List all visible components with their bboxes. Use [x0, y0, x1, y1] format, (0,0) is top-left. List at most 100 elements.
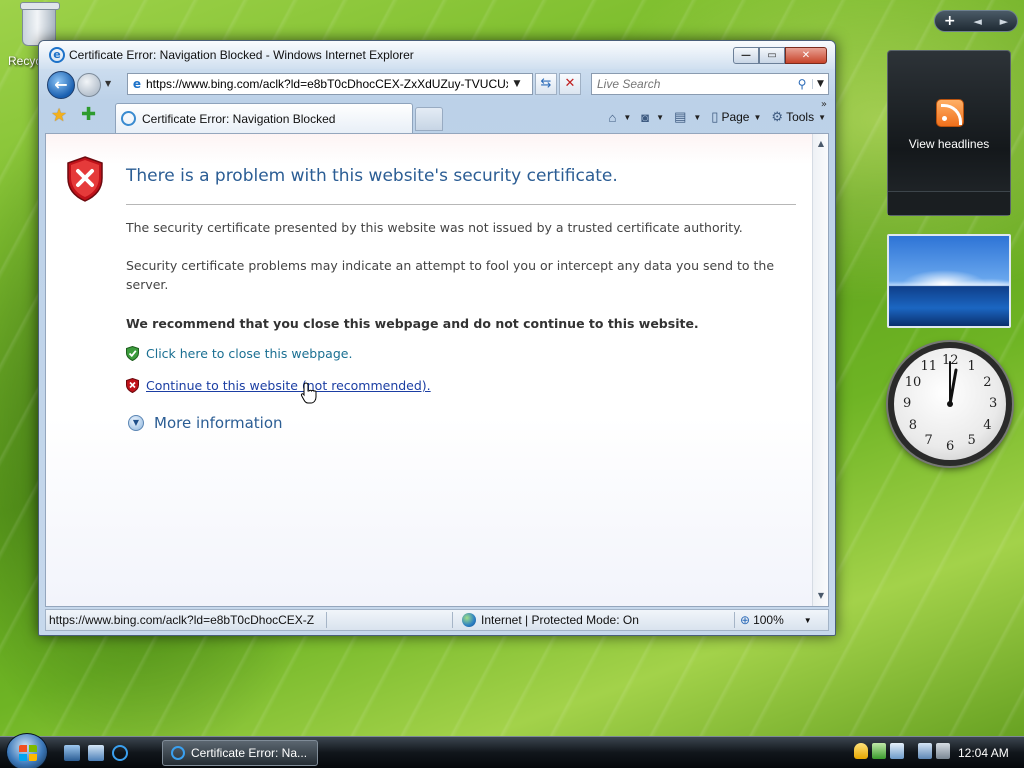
clock-number: 9 [903, 396, 912, 411]
refresh-button[interactable]: ⇆ [535, 73, 557, 95]
status-separator [734, 612, 735, 628]
new-tab-button[interactable] [415, 107, 443, 131]
taskbar-clock[interactable]: 12:04 AM [958, 746, 1009, 760]
add-favorites-icon[interactable]: ✚ [81, 106, 96, 124]
sidebar-controls: + ◄ ► [934, 10, 1018, 32]
close-webpage-row: Click here to close this webpage. [126, 346, 352, 361]
status-url: https://www.bing.com/aclk?ld=e8bT0cDhocC… [49, 613, 315, 627]
more-commands-chevron-icon[interactable]: » [821, 99, 827, 110]
tray-app-icon[interactable] [872, 743, 886, 759]
chevron-down-icon: ▼ [803, 615, 812, 625]
tab-certificate-error[interactable]: Certificate Error: Navigation Blocked [115, 103, 413, 133]
favorites-star-icon[interactable]: ★ [51, 107, 67, 125]
status-separator [326, 612, 327, 628]
search-input[interactable] [592, 77, 792, 91]
address-row: ← ▼ e https://www.bing.com/aclk?ld=e8bT0… [39, 69, 835, 101]
address-url[interactable]: https://www.bing.com/aclk?ld=e8bT0cDhocC… [146, 77, 508, 91]
chevron-down-icon: ▼ [693, 112, 702, 122]
feed-icon: ◙ [641, 109, 650, 125]
previous-gadgets-icon[interactable]: ◄ [973, 15, 981, 28]
internet-explorer-icon[interactable] [112, 745, 128, 761]
back-button[interactable]: ← [47, 71, 75, 99]
close-webpage-link[interactable]: Click here to close this webpage. [146, 346, 352, 361]
switch-windows-icon[interactable] [88, 745, 104, 761]
recent-pages-dropdown-icon[interactable]: ▼ [105, 79, 111, 88]
taskbar-ie-window[interactable]: Certificate Error: Na... [162, 740, 318, 766]
search-box[interactable]: ⚲ ▼ [591, 73, 829, 95]
security-zone-label: Internet | Protected Mode: On [481, 613, 639, 627]
search-options-dropdown-icon[interactable]: ▼ [812, 79, 828, 89]
tab-label: Certificate Error: Navigation Blocked [142, 111, 336, 126]
zoom-icon: ⊕ [740, 613, 751, 627]
ie-window: e Certificate Error: Navigation Blocked … [38, 40, 836, 636]
page-icon: e [132, 77, 142, 91]
view-headlines-label: View headlines [908, 137, 990, 151]
quick-launch [64, 745, 128, 761]
search-icon[interactable]: ⚲ [792, 77, 812, 91]
print-button[interactable]: ▤ ▼ [671, 107, 704, 127]
red-shield-x-icon [126, 378, 139, 393]
clock-number: 6 [946, 439, 955, 454]
security-zone[interactable]: Internet | Protected Mode: On [462, 613, 639, 627]
volume-muted-icon[interactable] [936, 743, 950, 759]
address-dropdown-icon[interactable]: ▼ [508, 79, 526, 89]
rss-icon [936, 99, 964, 127]
close-window-button[interactable]: ✕ [785, 47, 827, 64]
clock-number: 5 [967, 433, 976, 449]
vertical-scrollbar[interactable]: ▲ ▼ [812, 134, 828, 606]
divider [126, 204, 796, 205]
window-title: Certificate Error: Navigation Blocked - … [69, 48, 414, 62]
globe-icon [462, 613, 476, 627]
clock-number: 11 [920, 358, 938, 374]
chevron-down-icon: ▼ [623, 112, 632, 122]
taskbar-window-label: Certificate Error: Na... [191, 746, 308, 760]
clock-gadget[interactable]: 12 1 2 3 4 5 6 7 8 9 10 11 [888, 342, 1012, 466]
maximize-button[interactable]: ▭ [759, 47, 785, 64]
clock-center [947, 401, 953, 407]
more-information-toggle[interactable]: ▼ More information [128, 414, 283, 432]
tab-loading-icon [121, 111, 136, 126]
security-shield-icon[interactable] [854, 743, 868, 759]
recommendation-text: We recommend that you close this webpage… [126, 316, 699, 331]
minimize-button[interactable]: — [733, 47, 759, 64]
network-icon[interactable] [918, 743, 932, 759]
page-content: There is a problem with this website's s… [45, 133, 829, 607]
page-menu-label: Page [721, 110, 750, 124]
tools-menu-label: Tools [786, 110, 815, 124]
chevron-down-icon: ▼ [656, 112, 665, 122]
status-bar: https://www.bing.com/aclk?ld=e8bT0cDhocC… [45, 609, 829, 631]
add-gadget-icon[interactable]: + [944, 13, 956, 29]
title-bar[interactable]: e Certificate Error: Navigation Blocked … [39, 41, 835, 69]
tools-menu-button[interactable]: ⚙ Tools ▼ [768, 107, 829, 127]
more-information-label: More information [154, 414, 283, 432]
clock-number: 8 [908, 417, 918, 433]
zoom-level: 100% [753, 613, 784, 627]
command-bar: ⌂ ▼ ◙ ▼ ▤ ▼ ▯ Page ▼ ⚙ Tools ▼ [606, 107, 829, 127]
tray-app-icon[interactable] [890, 743, 904, 759]
stop-button[interactable]: ✕ [559, 73, 581, 95]
continue-website-link[interactable]: Continue to this website (not recommende… [146, 378, 431, 393]
clock-number: 1 [967, 358, 976, 374]
feed-headlines-gadget[interactable]: View headlines [887, 50, 1011, 216]
tab-row: ★ ✚ Certificate Error: Navigation Blocke… [39, 99, 835, 133]
page-title: There is a problem with this website's s… [126, 166, 618, 186]
slideshow-gadget[interactable] [887, 234, 1011, 328]
scroll-down-icon[interactable]: ▼ [813, 588, 828, 604]
home-button[interactable]: ⌂ ▼ [606, 107, 635, 127]
address-bar[interactable]: e https://www.bing.com/aclk?ld=e8bT0cDho… [127, 73, 533, 95]
gadget-footer [888, 191, 1010, 215]
explanation-text: The security certificate presented by th… [126, 220, 743, 235]
window-controls: — ▭ ✕ [733, 47, 827, 64]
feeds-button[interactable]: ◙ ▼ [638, 107, 667, 127]
show-desktop-icon[interactable] [64, 745, 80, 761]
scroll-up-icon[interactable]: ▲ [813, 136, 828, 152]
zoom-control[interactable]: ⊕ 100% ▼ [740, 613, 812, 627]
start-button[interactable] [6, 733, 48, 768]
home-icon: ⌂ [608, 109, 617, 125]
status-separator [452, 612, 453, 628]
page-menu-button[interactable]: ▯ Page ▼ [708, 107, 764, 127]
windows-logo-icon [19, 745, 37, 761]
forward-button[interactable] [77, 73, 101, 97]
clock-number: 12 [942, 353, 959, 368]
next-gadgets-icon[interactable]: ► [1000, 15, 1008, 28]
